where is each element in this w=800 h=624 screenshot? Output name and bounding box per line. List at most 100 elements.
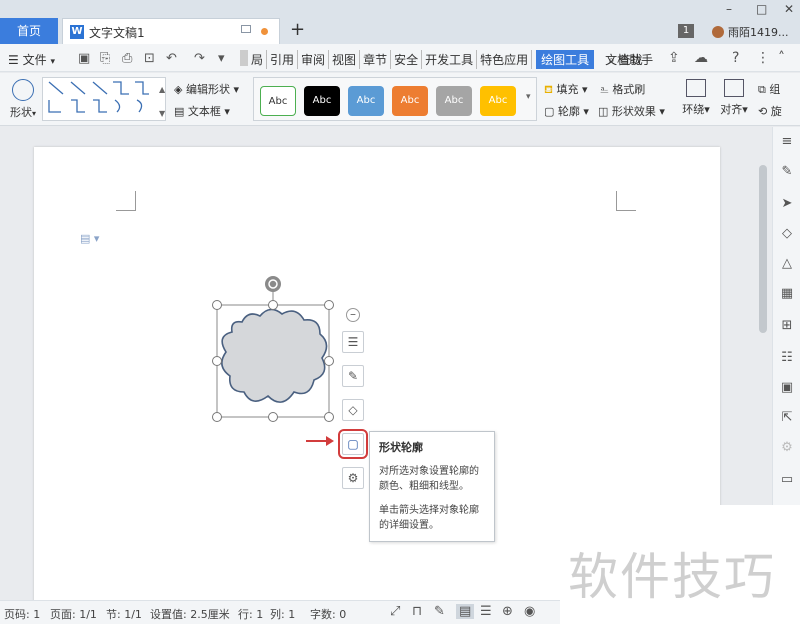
web-view-icon[interactable]: ⊕	[502, 604, 513, 619]
customize-icon[interactable]: ▾	[218, 51, 225, 66]
resize-handle-s[interactable]	[268, 412, 278, 422]
share-icon[interactable]: ⇪	[668, 50, 680, 66]
status-column[interactable]: 列: 1	[270, 606, 295, 622]
line-shape-gallery[interactable]: ▲ ▼	[42, 77, 166, 121]
find-button[interactable]: ⌕ 查找	[608, 51, 643, 68]
sliders-icon[interactable]: ☷	[780, 351, 794, 365]
user-account[interactable]: 雨陌1419...	[712, 24, 788, 40]
sidebar-menu-icon[interactable]: ≡	[780, 135, 794, 149]
grid-icon[interactable]: ⊞	[780, 319, 794, 333]
file-menu[interactable]: ☰ 文件 ▾	[8, 51, 55, 68]
help-icon[interactable]: ?	[732, 50, 739, 66]
eye-protect-icon[interactable]: ◉	[524, 604, 535, 619]
page-view-icon[interactable]: ▤	[456, 604, 475, 619]
tab-references[interactable]: 引用	[267, 50, 299, 69]
style-gold[interactable]: Abc	[480, 86, 516, 116]
edit-shape-button[interactable]: ◈ 编辑形状 ▾	[174, 81, 239, 97]
archive-icon[interactable]: ▭	[780, 473, 794, 487]
shape-outline-quick-button[interactable]: ▢	[338, 429, 368, 459]
rotate-handle[interactable]	[265, 276, 281, 292]
scroll-thumb[interactable]	[759, 165, 767, 333]
shapes-icon[interactable]: ◇	[780, 227, 794, 241]
status-page-number[interactable]: 页码: 1	[4, 606, 40, 622]
more-icon[interactable]: ⋮	[756, 50, 770, 66]
minimize-button[interactable]: –	[726, 2, 732, 16]
fill-quick-button[interactable]: ◇	[342, 399, 364, 421]
effects-icon: ◫	[598, 105, 609, 118]
print-icon[interactable]: ⎙	[122, 51, 132, 66]
resize-handle-nw[interactable]	[212, 300, 222, 310]
image-icon[interactable]: ▣	[780, 381, 794, 395]
layout-options-button[interactable]: ☰	[342, 331, 364, 353]
resize-handle-n[interactable]	[268, 300, 278, 310]
fill-label: 填充	[556, 83, 579, 96]
group-button[interactable]: ⧉ 组	[758, 81, 780, 97]
resize-handle-se[interactable]	[324, 412, 334, 422]
document-tab[interactable]: W 文字文稿1	[62, 18, 280, 44]
collapse-toolbar-button[interactable]: –	[346, 308, 360, 322]
pen-button[interactable]: ✎	[342, 365, 364, 387]
rotate-button[interactable]: ⟲ 旋	[758, 103, 782, 119]
insert-shape-button[interactable]: 形状▾	[6, 79, 40, 120]
edit-mode-icon[interactable]: ✎	[434, 604, 445, 619]
undo-icon[interactable]: ↶	[166, 51, 177, 66]
tab-view[interactable]: 视图	[329, 50, 361, 69]
tab-section[interactable]: 章节	[360, 50, 392, 69]
save-icon[interactable]: ▣	[78, 51, 90, 66]
resize-handle-w[interactable]	[212, 356, 222, 366]
format-painter-button[interactable]: ⎁ 格式刷	[600, 81, 645, 97]
preview-icon[interactable]: ⊡	[144, 51, 155, 66]
align-button[interactable]: 对齐▾	[714, 79, 754, 117]
status-section[interactable]: 节: 1/1	[106, 606, 142, 622]
style-orange[interactable]: Abc	[392, 86, 428, 116]
new-tab-button[interactable]: +	[290, 19, 305, 40]
collapse-ribbon-icon[interactable]: ˄	[778, 50, 785, 66]
resize-handle-e[interactable]	[324, 356, 334, 366]
resize-handle-sw[interactable]	[212, 412, 222, 422]
read-mode-icon[interactable]: ⊓	[412, 604, 422, 619]
resize-handle-ne[interactable]	[324, 300, 334, 310]
fullscreen-icon[interactable]: ⤢	[390, 604, 400, 619]
cursor-icon[interactable]: ➤	[780, 197, 794, 211]
pen-edit-icon[interactable]: ✎	[780, 165, 794, 179]
maximize-button[interactable]: □	[756, 2, 767, 16]
tab-security[interactable]: 安全	[391, 50, 423, 69]
settings-icon[interactable]: ⚙	[780, 441, 794, 455]
format-icon[interactable]: ⎘	[100, 51, 110, 66]
home-tab[interactable]: 首页	[0, 18, 58, 44]
notification-badge[interactable]: 1	[678, 24, 694, 38]
tab-layout[interactable]: 局	[248, 50, 268, 69]
close-button[interactable]: ✕	[784, 2, 794, 16]
status-row[interactable]: 行: 1	[238, 606, 263, 622]
style-blue[interactable]: Abc	[348, 86, 384, 116]
cloud-icon[interactable]: ☁	[694, 50, 708, 66]
tab-developer[interactable]: 开发工具	[422, 50, 478, 69]
paragraph-icon[interactable]: ▤ ▾	[80, 232, 99, 245]
style-black[interactable]: Abc	[304, 86, 340, 116]
layout-icon: ☰	[347, 335, 359, 349]
export-icon[interactable]: ⇱	[780, 411, 794, 425]
tab-features[interactable]: 特色应用	[477, 50, 533, 69]
style-gray[interactable]: Abc	[436, 86, 472, 116]
textbox-button[interactable]: ▤ 文本框 ▾	[174, 103, 230, 119]
monitor-icon[interactable]	[241, 25, 251, 33]
file-menu-label: 文件	[22, 53, 47, 67]
tab-drawing-tools[interactable]: 绘图工具	[536, 50, 595, 69]
status-page-count[interactable]: 页面: 1/1	[50, 606, 97, 622]
more-effects-button[interactable]: ⚙	[342, 467, 364, 489]
cloud-shape[interactable]	[221, 308, 328, 403]
wrap-button[interactable]: 环绕▾	[676, 79, 716, 117]
outline-view-icon[interactable]: ☰	[480, 604, 492, 619]
scroll-left-icon[interactable]	[240, 50, 248, 66]
fill-button[interactable]: ⛾ 填充 ▾	[544, 81, 588, 98]
shape-effects-button[interactable]: ◫ 形状效果 ▾	[598, 103, 665, 119]
outline-button[interactable]: ▢ 轮廓 ▾	[544, 103, 589, 119]
redo-icon[interactable]: ↷	[194, 51, 205, 66]
table-icon[interactable]: ▦	[780, 287, 794, 301]
style-white[interactable]: Abc	[260, 86, 296, 116]
paint-icon[interactable]: △	[780, 257, 794, 271]
status-setting[interactable]: 设置值: 2.5厘米	[150, 606, 230, 622]
tab-review[interactable]: 审阅	[298, 50, 330, 69]
gallery-more-icon[interactable]: ▾	[526, 92, 531, 102]
status-word-count[interactable]: 字数: 0	[310, 606, 346, 622]
